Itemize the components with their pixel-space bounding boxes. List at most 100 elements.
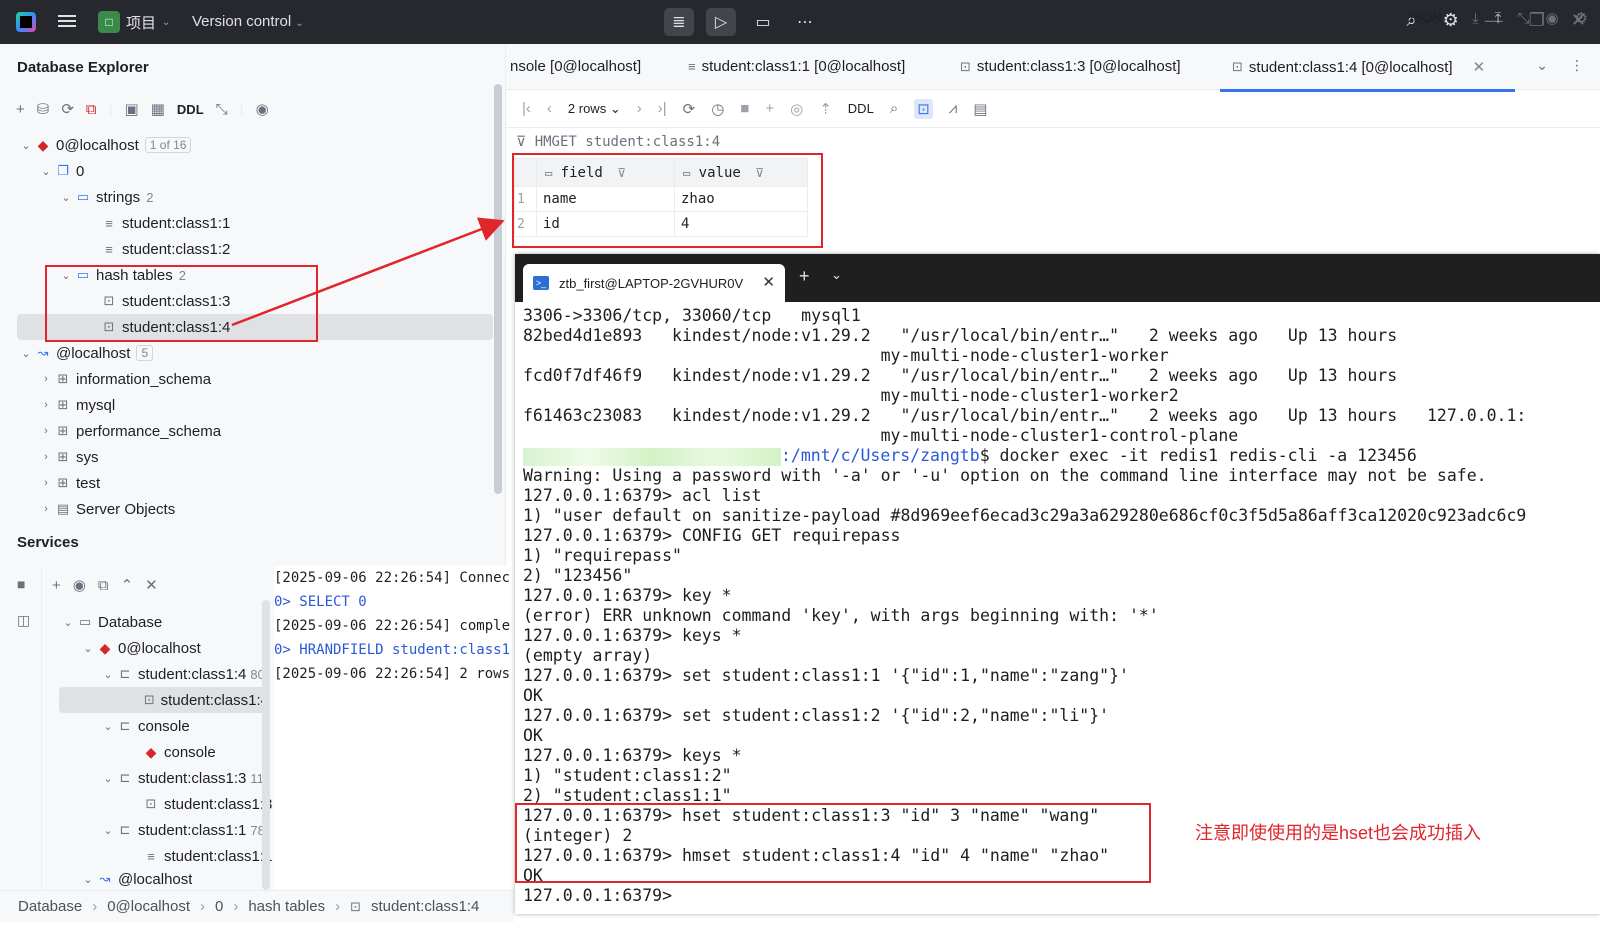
previous-page-icon[interactable]: ‹ (547, 100, 552, 117)
run-icon[interactable]: ▷ (706, 8, 736, 36)
breadcrumb-item[interactable]: 0@localhost (107, 898, 190, 915)
svc-node-session-child[interactable]: ⊡ student:class1:3 (142, 791, 273, 817)
svc-node-session[interactable]: ⌄ ⊏ student:class1:3 11 (100, 765, 264, 791)
chevron-down-icon[interactable]: ⌄ (100, 824, 116, 837)
chevron-down-icon[interactable]: ⌄ (100, 668, 116, 681)
tab-student-class1-3[interactable]: ⊡ student:class1:3 [0@localhost] (960, 58, 1181, 75)
table-icon[interactable]: ▦ (151, 100, 165, 118)
refresh-icon[interactable]: ⟳ (61, 100, 74, 118)
database-icon[interactable]: ≣ (664, 8, 694, 36)
tab-console[interactable]: nsole [0@localhost] (510, 58, 641, 75)
query-filter-line[interactable]: ⊽ HMGET student:class1:4 (516, 134, 720, 150)
upload-icon[interactable]: ⤒ (1495, 10, 1502, 27)
chevron-down-icon[interactable]: ⌄ (100, 772, 116, 785)
add-service-icon[interactable]: + (52, 577, 61, 594)
tree-node-string-key[interactable]: ≡ student:class1:1 (100, 210, 230, 236)
svc-node-session[interactable]: ⌄ ⊏ student:class1:1 78 (100, 817, 264, 843)
chevron-right-icon[interactable]: › (38, 399, 54, 411)
terminal-tab[interactable]: >_ ztb_first@LAPTOP-2GVHUR0V ✕ (523, 264, 785, 302)
close-tab-icon[interactable]: ✕ (762, 273, 775, 291)
breadcrumb-item[interactable]: student:class1:4 (371, 898, 479, 915)
tree-node-mysql-host[interactable]: ⌄ ↝ @localhost 5 (18, 340, 154, 366)
tree-node-schema[interactable]: › ⊞ test (38, 470, 100, 496)
tree-node-hash-tables[interactable]: ⌄ ▭ hash tables 2 (58, 262, 186, 288)
view-eye-icon[interactable]: ◉ (73, 576, 86, 594)
chevron-right-icon[interactable]: › (38, 503, 54, 515)
main-menu-icon[interactable] (58, 12, 76, 32)
chevron-down-icon[interactable]: ⌄ (831, 267, 842, 283)
add-icon[interactable]: + (16, 101, 25, 118)
more-icon[interactable]: ⋯ (790, 8, 820, 36)
next-page-icon[interactable]: › (637, 100, 642, 117)
format-dropdown[interactable]: JSON ⌄ (1407, 10, 1456, 26)
preview-icon[interactable]: ◎ (790, 100, 803, 118)
cell-value[interactable]: 4 (674, 211, 808, 237)
tree-node-string-key[interactable]: ≡ student:class1:2 (100, 236, 230, 262)
chevron-right-icon[interactable]: › (38, 425, 54, 437)
compare-icon[interactable]: ⤡ (1517, 10, 1529, 27)
expand-all-icon[interactable]: ⌃ (121, 576, 134, 594)
add-row-icon[interactable]: + (765, 100, 774, 117)
collapse-all-icon[interactable]: ✕ (145, 576, 158, 594)
chevron-down-icon[interactable]: ⌄ (18, 139, 34, 152)
disconnect-icon[interactable]: ⧉ (86, 101, 97, 118)
layout-icon[interactable]: ◫ (17, 612, 30, 629)
table-row[interactable]: 1 name zhao (514, 186, 808, 212)
record-view-icon[interactable]: ▤ (973, 100, 987, 118)
project-switcher[interactable]: □ 项目 ⌄ (98, 11, 170, 33)
chevron-right-icon[interactable]: › (38, 451, 54, 463)
ddl-button[interactable]: DDL (848, 101, 874, 116)
column-filter-icon[interactable]: ⊽ (755, 166, 764, 180)
chevron-down-icon[interactable]: ⌄ (58, 191, 74, 204)
chart-icon[interactable]: ⩘ (949, 100, 957, 117)
tree-node-schema[interactable]: › ⊞ mysql (38, 392, 115, 418)
breadcrumb-item[interactable]: 0 (215, 898, 223, 915)
ddl-button[interactable]: DDL (177, 102, 204, 117)
submit-icon[interactable]: ⇡ (819, 100, 832, 118)
tree-node-db-0[interactable]: ⌄ ❐ 0 (38, 158, 84, 184)
tree-node-hash-key[interactable]: ⊡ student:class1:3 (100, 288, 231, 314)
grid-settings-icon[interactable]: ⚙ (1575, 9, 1588, 27)
view-eye-icon[interactable]: ◉ (1545, 9, 1558, 27)
chevron-down-icon[interactable]: ⌄ (1536, 57, 1548, 74)
new-tab-icon[interactable]: + (799, 266, 810, 287)
stop-icon[interactable]: ■ (740, 100, 749, 117)
filter-view-icon[interactable]: ⊡ (914, 98, 933, 119)
download-icon[interactable]: ⤓ (1472, 10, 1479, 27)
stop-icon[interactable]: ■ (17, 576, 25, 592)
chevron-right-icon[interactable]: › (38, 373, 54, 385)
svc-node-session-child[interactable]: ≡ student:class1:1 (142, 843, 272, 869)
tab-student-class1-1[interactable]: ≡ student:class1:1 [0@localhost] (688, 58, 905, 75)
chevron-down-icon[interactable]: ⌄ (18, 347, 34, 360)
svc-node-console-child[interactable]: ◆ console (142, 739, 216, 765)
svc-node-host[interactable]: ⌄ ◆ 0@localhost (80, 635, 200, 661)
tree-node-strings[interactable]: ⌄ ▭ strings 2 (58, 184, 153, 210)
data-source-properties-icon[interactable]: ⛁ (37, 100, 50, 118)
chevron-down-icon[interactable]: ⌄ (38, 165, 54, 178)
tree-node-server-objects[interactable]: › ▤ Server Objects (38, 496, 175, 522)
first-page-icon[interactable]: |‹ (522, 100, 531, 117)
chevron-right-icon[interactable]: › (38, 477, 54, 489)
column-header-value[interactable]: ▭ value ⊽ (674, 158, 808, 187)
services-scrollbar[interactable] (262, 600, 270, 890)
ide-logo-icon[interactable] (16, 12, 36, 32)
chevron-down-icon[interactable]: ⌄ (80, 873, 96, 886)
svc-node-mysql-host[interactable]: ⌄ ↝ @localhost (80, 869, 192, 889)
table-row[interactable]: 2 id 4 (514, 211, 808, 237)
cell-field[interactable]: name (536, 186, 675, 212)
last-page-icon[interactable]: ›| (658, 100, 667, 117)
cell-field[interactable]: id (536, 211, 675, 237)
version-control-menu[interactable]: Version control ⌄ (192, 13, 304, 30)
tab-student-class1-4[interactable]: ⊡ student:class1:4 [0@localhost] ✕ (1219, 58, 1516, 92)
svc-node-database[interactable]: ⌄ ▭ Database (60, 609, 162, 635)
collapse-icon[interactable]: ⤡ (216, 101, 228, 118)
refresh-icon[interactable]: ⟳ (683, 100, 696, 118)
tree-node-hash-key-selected[interactable]: ⊡ student:class1:4 (17, 314, 493, 340)
svc-node-console[interactable]: ⌄ ⊏ console (100, 713, 189, 739)
breadcrumb-item[interactable]: Database (18, 898, 82, 915)
new-group-icon[interactable]: ⧉ (98, 577, 109, 594)
terminal-input-line[interactable]: 127.0.0.1:6379> (523, 886, 1600, 906)
tree-node-schema[interactable]: › ⊞ information_schema (38, 366, 211, 392)
explorer-scrollbar[interactable] (494, 84, 502, 494)
rows-count-dropdown[interactable]: 2 rows ⌄ (568, 101, 621, 117)
